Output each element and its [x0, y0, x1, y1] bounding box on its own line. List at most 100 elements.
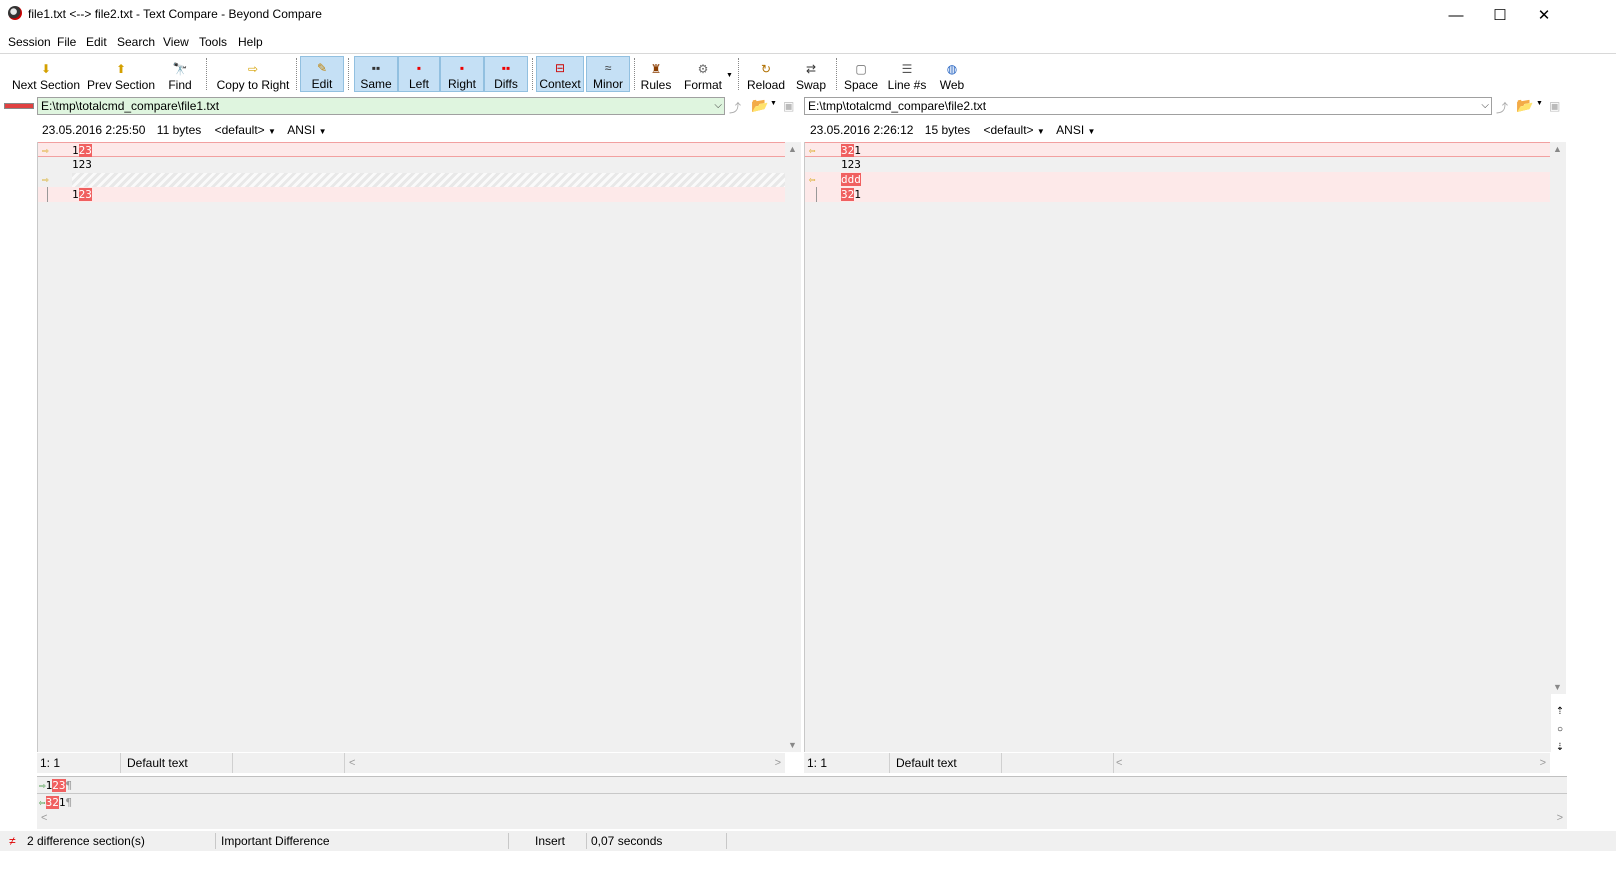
scroll-left-icon[interactable]: <	[349, 753, 355, 773]
right-horizontal-scrollbar[interactable]: < >	[1114, 753, 1550, 773]
context-button[interactable]: ⊟ Context	[536, 56, 584, 92]
copy-to-right-button[interactable]: ⇨ Copy to Right	[214, 56, 292, 92]
binoculars-icon: 🔭	[172, 62, 188, 76]
toolbar: ⬇ Next Section ⬆ Prev Section 🔭 Find ⇨ C…	[0, 53, 1616, 94]
right-open-folder-icon[interactable]: 📂	[1516, 97, 1533, 114]
left-save-icon[interactable]: ▣	[783, 99, 794, 113]
menu-file[interactable]: File	[57, 35, 76, 49]
right-line-1[interactable]: ⇦ 321	[805, 142, 1551, 157]
close-button[interactable]: ✕	[1521, 0, 1567, 30]
menu-view[interactable]: View	[163, 35, 189, 49]
globe-icon: ◍	[946, 62, 958, 76]
edit-label: Edit	[311, 77, 333, 91]
right-line-4-diff: 32	[841, 188, 855, 201]
format-dropdown-icon[interactable]: ▼	[726, 72, 733, 79]
scroll-right-icon[interactable]: >	[775, 753, 781, 773]
right-encoding-value: ANSI	[1056, 123, 1085, 137]
right-editor-pane[interactable]: ⇦ 321 123 ⇦ ddd 321	[804, 142, 1551, 752]
arrow-right-icon: ⇨	[247, 62, 259, 76]
chevron-down-icon[interactable]: ⌵	[1481, 98, 1489, 114]
menu-session[interactable]: Session	[8, 35, 51, 49]
scroll-down-icon[interactable]: ▼	[1553, 682, 1562, 692]
copy-arrow-left-icon[interactable]: ⇦	[809, 143, 816, 158]
next-diff-icon[interactable]: ⇣	[1554, 739, 1566, 757]
right-date: 23.05.2016 2:26:12	[810, 123, 914, 137]
right-line-2-text: 123	[841, 158, 861, 171]
current-diff-icon[interactable]: ○	[1554, 721, 1566, 739]
right-save-icon[interactable]: ▣	[1549, 99, 1560, 113]
scroll-left-icon[interactable]: <	[1116, 753, 1122, 773]
menu-help[interactable]: Help	[238, 35, 263, 49]
prev-diff-icon[interactable]: ⇡	[1554, 703, 1566, 721]
status-separator	[508, 833, 509, 849]
show-left-button[interactable]: ▪ Left	[398, 56, 440, 92]
thumbnail-gutter[interactable]	[0, 142, 36, 752]
left-line-2[interactable]: 123	[38, 157, 786, 172]
menu-search[interactable]: Search	[117, 35, 155, 49]
menu-edit[interactable]: Edit	[86, 35, 107, 49]
left-format-select[interactable]: <default> ▼	[215, 123, 276, 137]
left-vertical-scrollbar[interactable]: ▲ ▼	[785, 142, 801, 752]
maximize-button[interactable]: ☐	[1477, 0, 1523, 30]
scroll-up-icon[interactable]: ▲	[788, 144, 797, 154]
left-pane-status: 1: 1 Default text < >	[37, 753, 785, 773]
right-open-dropdown-icon[interactable]: ▼	[1536, 100, 1543, 107]
toolbar-separator	[738, 58, 740, 90]
left-date: 23.05.2016 2:25:50	[42, 123, 146, 137]
right-line-4[interactable]: 321	[805, 187, 1551, 202]
reload-button[interactable]: ↻ Reload	[744, 56, 788, 92]
left-editor-pane[interactable]: ⇨ 123 123 ⇨ 123	[37, 142, 786, 752]
right-line-2[interactable]: 123	[805, 157, 1551, 172]
left-status-cell	[233, 753, 345, 773]
left-encoding-select[interactable]: ANSI ▼	[287, 123, 326, 137]
show-same-button[interactable]: ▪▪ Same	[354, 56, 398, 92]
chevron-down-icon[interactable]: ⌵	[714, 98, 722, 114]
scroll-right-icon[interactable]: >	[1540, 753, 1546, 773]
prev-section-label: Prev Section	[86, 78, 156, 92]
left-open-folder-icon[interactable]: 📂	[751, 97, 768, 114]
left-line-4[interactable]: 123	[38, 187, 786, 202]
copy-arrow-right-icon[interactable]: ⇨	[42, 143, 49, 158]
show-right-button[interactable]: ▪ Right	[440, 56, 484, 92]
edit-button[interactable]: ✎ Edit	[300, 56, 344, 92]
rules-button[interactable]: ♜ Rules	[638, 56, 674, 92]
scroll-left-icon[interactable]: <	[41, 812, 47, 824]
left-undo-icon[interactable]: ⤴	[729, 99, 741, 116]
copy-arrow-left-icon[interactable]: ⇦	[809, 172, 816, 187]
scroll-up-icon[interactable]: ▲	[1553, 144, 1562, 154]
line-numbers-button[interactable]: ☰ Line #s	[886, 56, 928, 92]
find-button[interactable]: 🔭 Find	[164, 56, 196, 92]
right-line-3[interactable]: ⇦ ddd	[805, 172, 1551, 187]
web-button[interactable]: ◍ Web	[936, 56, 968, 92]
thumbnail-diff-indicator[interactable]	[4, 103, 34, 109]
next-section-button[interactable]: ⬇ Next Section	[10, 56, 82, 92]
left-path-field[interactable]: E:\tmp\totalcmd_compare\file1.txt ⌵	[37, 97, 725, 115]
space-button[interactable]: ▢ Space	[842, 56, 880, 92]
right-vertical-scrollbar[interactable]: ▲ ▼	[1550, 142, 1566, 694]
minimize-button[interactable]: —	[1433, 0, 1479, 30]
line-details-pane[interactable]: ⇨123¶ ⇦321¶ < >	[37, 776, 1567, 829]
left-horizontal-scrollbar[interactable]: < >	[347, 753, 785, 773]
menu-tools[interactable]: Tools	[199, 35, 227, 49]
left-line-3-placeholder[interactable]: ⇨	[38, 172, 786, 187]
minor-button[interactable]: ≈ Minor	[586, 56, 630, 92]
copy-arrow-right-icon[interactable]: ⇨	[42, 172, 49, 187]
right-encoding-select[interactable]: ANSI ▼	[1056, 123, 1095, 137]
left-line-1[interactable]: ⇨ 123	[38, 142, 786, 157]
right-path-field[interactable]: E:\tmp\totalcmd_compare\file2.txt ⌵	[804, 97, 1492, 115]
swap-button[interactable]: ⇄ Swap	[794, 56, 828, 92]
prev-section-button[interactable]: ⬆ Prev Section	[86, 56, 156, 92]
format-button[interactable]: ⚙ Format	[680, 56, 726, 92]
swap-label: Swap	[795, 78, 827, 92]
right-format-select[interactable]: <default> ▼	[984, 123, 1045, 137]
line-details-scrollbar[interactable]: < >	[37, 811, 1567, 828]
diffs-label: Diffs	[494, 77, 518, 91]
show-diffs-button[interactable]: ▪▪ Diffs	[484, 56, 528, 92]
right-text-type-value: Default text	[896, 756, 957, 770]
scroll-down-icon[interactable]: ▼	[788, 740, 797, 750]
left-line-1-text: 1	[72, 144, 79, 157]
scroll-right-icon[interactable]: >	[1557, 812, 1563, 824]
importance-status: Important Difference	[221, 834, 330, 848]
right-undo-icon[interactable]: ⤴	[1496, 99, 1508, 116]
left-open-dropdown-icon[interactable]: ▼	[770, 100, 777, 107]
